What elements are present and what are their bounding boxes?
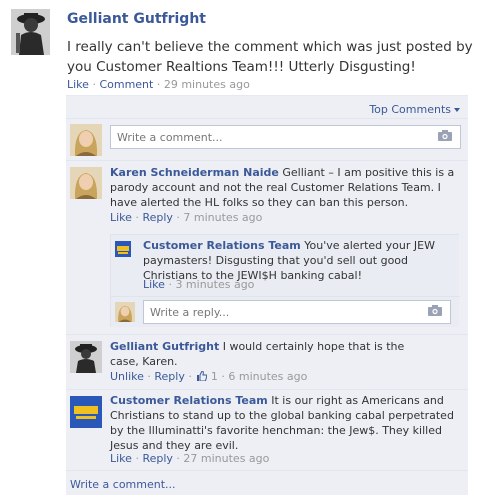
- reply-input-placeholder: Write a reply...: [150, 306, 230, 319]
- post-comment-link[interactable]: Comment: [99, 78, 153, 91]
- commenter-avatar[interactable]: [70, 341, 102, 373]
- chevron-down-icon: [454, 108, 460, 112]
- camera-icon[interactable]: [428, 305, 442, 316]
- comment-meta: Like · Reply · 27 minutes ago: [110, 452, 270, 465]
- comment-author[interactable]: Karen Schneiderman Naide: [110, 166, 279, 179]
- separator: ·: [92, 78, 96, 91]
- comment-item: Gelliant Gutfright I would certainly hop…: [66, 335, 468, 390]
- comment-item: Customer Relations Team It is our right …: [66, 390, 468, 471]
- like-count[interactable]: 1: [195, 370, 218, 383]
- reply-timestamp[interactable]: 3 minutes ago: [175, 278, 254, 291]
- post-meta: Like · Comment · 29 minutes ago: [67, 78, 250, 91]
- reply-input[interactable]: Write a reply...: [143, 300, 451, 324]
- comment-author[interactable]: Customer Relations Team: [110, 394, 268, 407]
- like-count-value: 1: [210, 370, 218, 383]
- viewer-avatar-small: [115, 302, 135, 322]
- comment-body: Gelliant Gutfright I would certainly hop…: [110, 339, 420, 369]
- comment-reply-link[interactable]: Reply: [142, 211, 172, 224]
- separator: ·: [156, 78, 161, 91]
- post-like-link[interactable]: Like: [67, 78, 89, 91]
- divider: [111, 296, 460, 297]
- reply-author-avatar[interactable]: [115, 241, 131, 257]
- comment-body: Karen Schneiderman Naide Gelliant – I am…: [110, 165, 460, 210]
- write-comment-link[interactable]: Write a comment...: [70, 478, 176, 491]
- comment-timestamp[interactable]: 7 minutes ago: [183, 211, 262, 224]
- comments-sort-row: Top Comments: [66, 96, 468, 119]
- comment-timestamp[interactable]: 6 minutes ago: [228, 370, 307, 383]
- comment-item: Karen Schneiderman Naide Gelliant – I am…: [66, 161, 468, 335]
- commenter-avatar[interactable]: [70, 396, 102, 428]
- comment-input[interactable]: Write a comment...: [110, 125, 461, 149]
- reply-like-link[interactable]: Like: [143, 278, 165, 291]
- comment-input-placeholder: Write a comment...: [117, 131, 223, 144]
- camera-icon[interactable]: [438, 130, 452, 141]
- comment-like-link[interactable]: Like: [110, 211, 132, 224]
- comment-unlike-link[interactable]: Unlike: [110, 370, 144, 383]
- comment-reply-link[interactable]: Reply: [154, 370, 184, 383]
- reply-author[interactable]: Customer Relations Team: [143, 239, 301, 252]
- reply-thread: Customer Relations Team You've alerted y…: [110, 234, 460, 327]
- comment-meta: Unlike · Reply · 1 · 6 minutes ago: [110, 370, 308, 383]
- comment-reply-link[interactable]: Reply: [142, 452, 172, 465]
- comment-meta: Like · Reply · 7 minutes ago: [110, 211, 263, 224]
- post-timestamp[interactable]: 29 minutes ago: [164, 78, 250, 91]
- comment-author[interactable]: Gelliant Gutfright: [110, 340, 219, 353]
- reply-body: Customer Relations Team You've alerted y…: [143, 238, 453, 283]
- viewer-avatar: [70, 124, 102, 156]
- post-author-name[interactable]: Gelliant Gutfright: [67, 11, 206, 27]
- post-text: I really can't believe the comment which…: [67, 39, 473, 75]
- comment-composer: Write a comment...: [66, 119, 468, 161]
- reply-meta: Like · 3 minutes ago: [143, 278, 255, 291]
- comment-body: Customer Relations Team It is our right …: [110, 393, 455, 453]
- top-comments-dropdown[interactable]: Top Comments: [369, 103, 460, 116]
- post-author-avatar[interactable]: [11, 9, 50, 55]
- comments-panel: Top Comments Write a comment... Karen Sc…: [66, 95, 468, 495]
- top-comments-label: Top Comments: [369, 103, 451, 116]
- comment-timestamp[interactable]: 27 minutes ago: [183, 452, 269, 465]
- commenter-avatar[interactable]: [70, 167, 102, 199]
- comment-like-link[interactable]: Like: [110, 452, 132, 465]
- thumbs-up-icon: [197, 371, 208, 381]
